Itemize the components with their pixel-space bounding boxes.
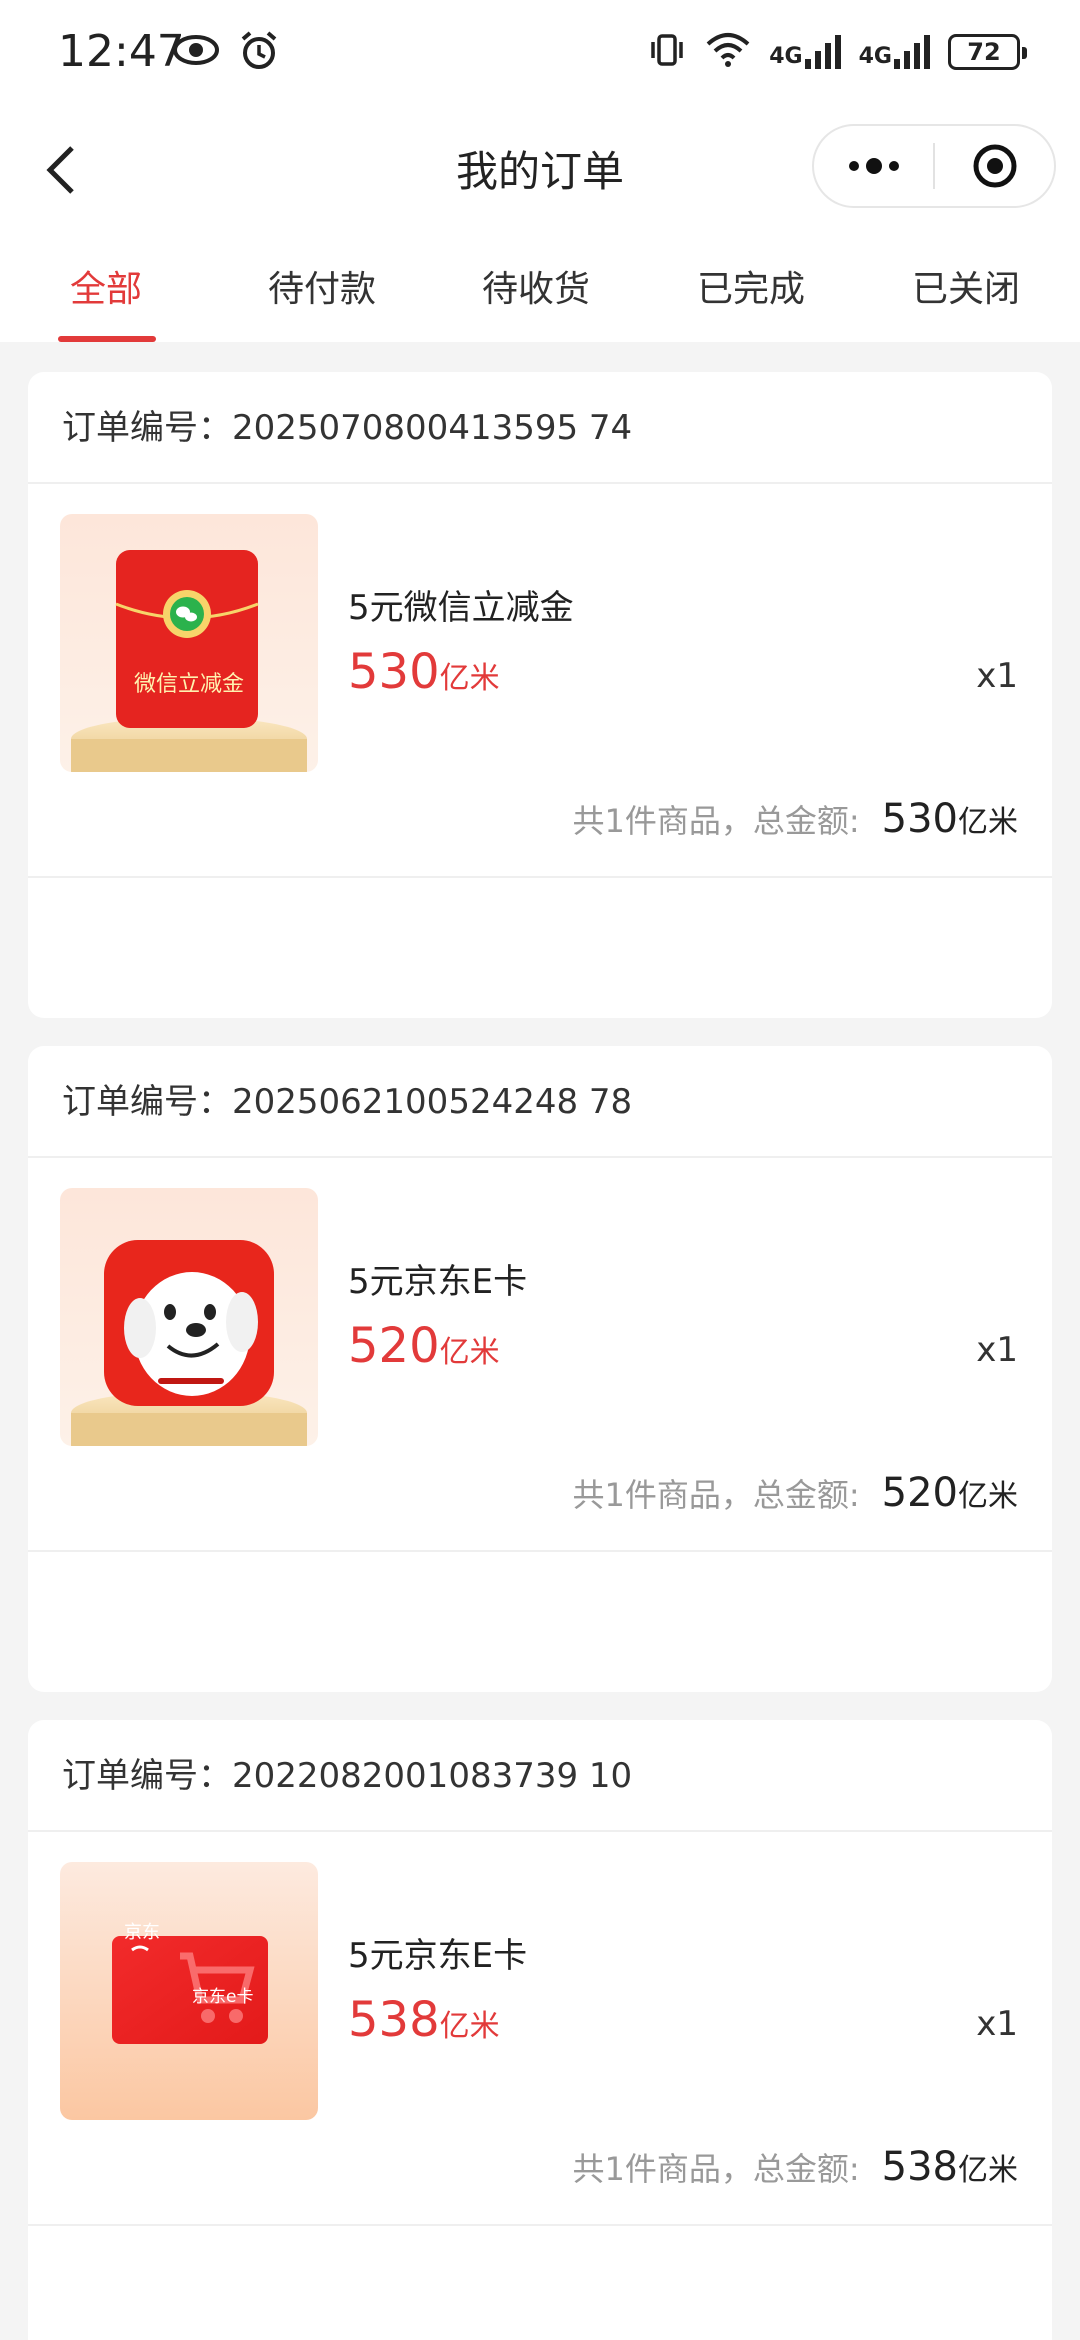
ecard-name-label: 京东e卡: [192, 1987, 254, 2007]
total-unit: 亿米: [958, 1479, 1018, 1514]
network-type-2: 4G: [858, 44, 892, 69]
target-close-icon: [973, 144, 1016, 188]
active-tab-indicator: [58, 336, 156, 342]
divider: [28, 876, 1052, 878]
mini-program-capsule: [812, 124, 1056, 208]
product-quantity: x1: [976, 2004, 1018, 2044]
nav-bar: 我的订单: [0, 110, 1080, 230]
order-total: 共1件商品，总金额: 530 亿米: [572, 796, 1018, 842]
total-label: 共1件商品，总金额:: [572, 802, 860, 840]
total-unit: 亿米: [958, 2153, 1018, 2188]
product-name: 5元京东E卡: [348, 1936, 528, 1976]
battery-level: 72: [967, 38, 1001, 66]
price-unit: 亿米: [439, 1335, 500, 1370]
total-value: 538: [881, 2144, 958, 2190]
product-price: 530亿米: [348, 644, 500, 700]
total-unit: 亿米: [958, 805, 1018, 840]
order-number: 订单编号：2025062100524248 78: [28, 1046, 1052, 1158]
status-bar: 12:47 4G 4G 72: [0, 0, 1080, 110]
product-price: 520亿米: [348, 1318, 500, 1374]
ecard-brand-label: 京东: [124, 1922, 160, 1943]
tab-closed[interactable]: 已关闭: [912, 260, 1020, 312]
tab-pending-receipt[interactable]: 待收货: [482, 260, 590, 312]
status-right-icons: 4G 4G 72: [647, 30, 1027, 74]
more-button[interactable]: [814, 126, 933, 206]
product-name: 5元京东E卡: [348, 1262, 528, 1302]
product-image-jd-ecard: [60, 1862, 318, 2120]
eye-icon: [172, 30, 220, 76]
order-number: 订单编号：2022082001083739 10: [28, 1720, 1052, 1832]
product-price: 538亿米: [348, 1992, 500, 2048]
product-image-wechat-voucher: [60, 514, 318, 772]
price-unit: 亿米: [439, 2009, 500, 2044]
more-dots-icon: [848, 158, 899, 174]
tab-completed[interactable]: 已完成: [697, 260, 805, 312]
total-label: 共1件商品，总金额:: [572, 1476, 860, 1514]
total-value: 520: [881, 1470, 958, 1516]
price-value: 530: [348, 644, 440, 700]
order-number: 订单编号：2025070800413595 74: [28, 372, 1052, 484]
tab-pending-payment[interactable]: 待付款: [268, 260, 376, 312]
vibrate-icon: [647, 30, 687, 74]
price-value: 538: [348, 1992, 440, 2048]
order-tabs: 全部 待付款 待收货 已完成 已关闭: [0, 230, 1080, 342]
price-unit: 亿米: [439, 661, 500, 696]
tab-all[interactable]: 全部: [70, 260, 142, 312]
product-quantity: x1: [976, 1330, 1018, 1370]
total-label: 共1件商品，总金额:: [572, 2150, 860, 2188]
divider: [28, 1550, 1052, 1552]
thumb-label: 微信立减金: [133, 672, 244, 697]
product-image-jd-mascot: [60, 1188, 318, 1446]
alarm-icon: [238, 30, 280, 76]
close-mini-program-button[interactable]: [935, 126, 1054, 206]
product-quantity: x1: [976, 656, 1018, 696]
order-total: 共1件商品，总金额: 538 亿米: [572, 2144, 1018, 2190]
battery-icon: 72: [948, 34, 1027, 70]
cellular-signal-1-icon: 4G: [769, 35, 841, 69]
status-time: 12:47: [58, 26, 185, 77]
wifi-icon: [705, 30, 751, 74]
cellular-signal-2-icon: 4G: [859, 35, 930, 69]
order-card[interactable]: 订单编号：2022082001083739 10 京东 京东e卡 5元京东E卡 …: [28, 1720, 1052, 2340]
product-name: 5元微信立减金: [348, 588, 574, 628]
network-type-1: 4G: [769, 44, 803, 69]
status-left-icons: [172, 30, 280, 76]
order-card[interactable]: 订单编号：2025070800413595 74 微信立减金 5元微信立减金 5…: [28, 372, 1052, 1018]
price-value: 520: [348, 1318, 440, 1374]
order-card[interactable]: 订单编号：2025062100524248 78 5元京东E卡 520亿米 x1…: [28, 1046, 1052, 1692]
total-value: 530: [881, 796, 958, 842]
divider: [28, 2224, 1052, 2226]
order-total: 共1件商品，总金额: 520 亿米: [572, 1470, 1018, 1516]
